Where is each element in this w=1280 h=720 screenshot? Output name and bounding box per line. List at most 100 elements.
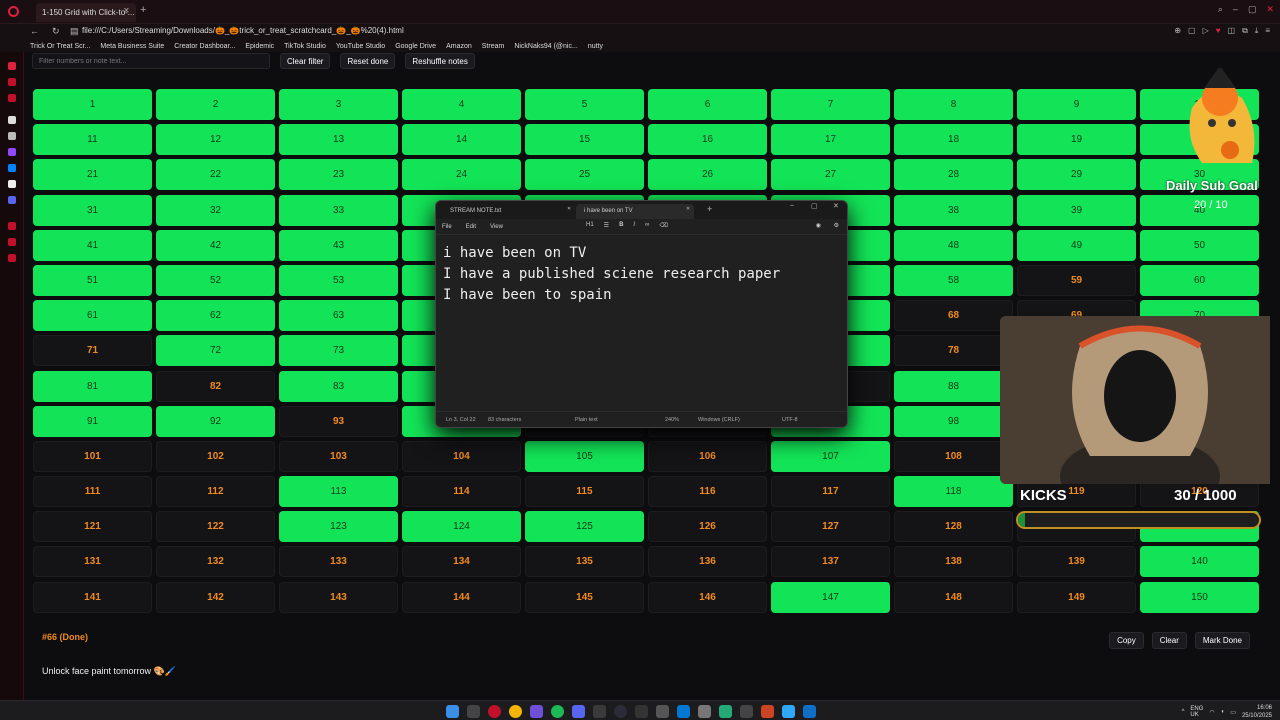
grid-cell-146[interactable]: 146 (648, 581, 767, 613)
close-window-icon[interactable]: ✕ (833, 202, 839, 210)
grid-cell-103[interactable]: 103 (279, 440, 398, 472)
copy-button[interactable]: Copy (1109, 632, 1144, 649)
wallet-icon[interactable]: ◫ (1228, 26, 1236, 36)
grid-cell-132[interactable]: 132 (156, 546, 275, 578)
app-icon[interactable] (635, 705, 648, 718)
grid-cell-61[interactable]: 61 (33, 300, 152, 332)
grid-cell-133[interactable]: 133 (279, 546, 398, 578)
grid-cell-125[interactable]: 125 (525, 511, 644, 543)
app-icon[interactable] (719, 705, 732, 718)
maximize-icon[interactable]: ▢ (811, 202, 818, 210)
line-ending[interactable]: Windows (CRLF) (698, 417, 740, 423)
grid-cell-18[interactable]: 18 (894, 124, 1013, 156)
sidebar-app-icon[interactable] (8, 254, 16, 262)
grid-cell-113[interactable]: 113 (279, 476, 398, 508)
notepad-icon[interactable] (803, 705, 816, 718)
app-icon[interactable] (656, 705, 669, 718)
grid-cell-118[interactable]: 118 (894, 476, 1013, 508)
messenger-icon[interactable] (8, 164, 16, 172)
grid-cell-38[interactable]: 38 (894, 194, 1013, 226)
grid-cell-29[interactable]: 29 (1017, 159, 1136, 191)
grid-cell-4[interactable]: 4 (402, 89, 521, 120)
bookmark-item[interactable]: Google Drive (395, 43, 436, 50)
grid-cell-58[interactable]: 58 (894, 264, 1013, 296)
zoom-icon[interactable]: ⊕ (1174, 26, 1181, 36)
grid-cell-127[interactable]: 127 (771, 511, 890, 543)
bookmark-item[interactable]: Stream (482, 43, 505, 50)
url-field[interactable]: file:///C:/Users/Streaming/Downloads/🎃_🎃… (82, 26, 404, 35)
grid-cell-63[interactable]: 63 (279, 300, 398, 332)
grid-cell-123[interactable]: 123 (279, 511, 398, 543)
app-icon[interactable] (530, 705, 543, 718)
bookmark-item[interactable]: Trick Or Treat Scr... (30, 43, 90, 50)
grid-cell-111[interactable]: 111 (33, 476, 152, 508)
new-tab-icon[interactable]: + (707, 204, 712, 214)
close-tab-icon[interactable]: ✕ (567, 206, 571, 212)
snapshot-icon[interactable]: ▢ (1188, 26, 1196, 36)
grid-cell-9[interactable]: 9 (1017, 89, 1136, 120)
grid-cell-31[interactable]: 31 (33, 194, 152, 226)
grid-cell-21[interactable]: 21 (33, 159, 152, 191)
grid-cell-3[interactable]: 3 (279, 89, 398, 120)
grid-cell-22[interactable]: 22 (156, 159, 275, 191)
discord-icon[interactable] (572, 705, 585, 718)
bookmark-item[interactable]: Amazon (446, 43, 472, 50)
grid-cell-104[interactable]: 104 (402, 440, 521, 472)
grid-cell-2[interactable]: 2 (156, 89, 275, 120)
grid-cell-143[interactable]: 143 (279, 581, 398, 613)
bookmark-item[interactable]: Meta Business Suite (100, 43, 164, 50)
menu-edit[interactable]: Edit (466, 224, 476, 230)
wifi-icon[interactable]: ◠ (1209, 709, 1214, 716)
twitch-icon[interactable] (8, 148, 16, 156)
grid-cell-71[interactable]: 71 (33, 335, 152, 367)
grid-cell-102[interactable]: 102 (156, 440, 275, 472)
grid-cell-7[interactable]: 7 (771, 89, 890, 120)
grid-cell-147[interactable]: 147 (771, 581, 890, 613)
back-icon[interactable]: ← (30, 26, 39, 36)
grid-cell-116[interactable]: 116 (648, 476, 767, 508)
grid-cell-98[interactable]: 98 (894, 405, 1013, 437)
photoshop-icon[interactable] (782, 705, 795, 718)
close-window-icon[interactable]: ✕ (1266, 4, 1274, 15)
grid-cell-124[interactable]: 124 (402, 511, 521, 543)
bookmark-item[interactable]: nutty (588, 43, 603, 50)
grid-cell-138[interactable]: 138 (894, 546, 1013, 578)
grid-cell-16[interactable]: 16 (648, 124, 767, 156)
opera-logo-icon[interactable] (8, 6, 19, 17)
sidebar-app-icon[interactable] (8, 78, 16, 86)
grid-cell-43[interactable]: 43 (279, 229, 398, 261)
grid-cell-53[interactable]: 53 (279, 264, 398, 296)
grid-cell-5[interactable]: 5 (525, 89, 644, 120)
grid-cell-101[interactable]: 101 (33, 440, 152, 472)
tray-chevron-icon[interactable]: ^ (1182, 709, 1185, 715)
grid-cell-135[interactable]: 135 (525, 546, 644, 578)
app-icon[interactable] (698, 705, 711, 718)
sidebar-app-icon[interactable] (8, 94, 16, 102)
sidebar-app-icon[interactable] (8, 116, 16, 124)
list-icon[interactable]: ☰ (604, 222, 609, 229)
search-icon[interactable] (467, 705, 480, 718)
italic-icon[interactable]: I (633, 222, 635, 229)
grid-cell-26[interactable]: 26 (648, 159, 767, 191)
grid-cell-137[interactable]: 137 (771, 546, 890, 578)
grid-cell-32[interactable]: 32 (156, 194, 275, 226)
grid-cell-62[interactable]: 62 (156, 300, 275, 332)
clear-filter-button[interactable]: Clear filter (280, 53, 331, 69)
grid-cell-78[interactable]: 78 (894, 335, 1013, 367)
new-tab-icon[interactable]: + (140, 4, 146, 16)
grid-cell-107[interactable]: 107 (771, 440, 890, 472)
heart-icon[interactable]: ♥ (1216, 26, 1221, 36)
clear-format-icon[interactable]: ⌫ (659, 222, 667, 229)
download-icon[interactable]: ⤓ (1255, 26, 1259, 36)
filter-input[interactable] (32, 53, 270, 69)
grid-cell-140[interactable]: 140 (1140, 546, 1259, 578)
grid-cell-68[interactable]: 68 (894, 300, 1013, 332)
grid-cell-27[interactable]: 27 (771, 159, 890, 191)
grid-cell-60[interactable]: 60 (1140, 264, 1259, 296)
grid-cell-117[interactable]: 117 (771, 476, 890, 508)
chrome-icon[interactable] (509, 705, 522, 718)
grid-cell-72[interactable]: 72 (156, 335, 275, 367)
grid-cell-148[interactable]: 148 (894, 581, 1013, 613)
link-icon[interactable]: ∞ (645, 222, 649, 229)
grid-cell-51[interactable]: 51 (33, 264, 152, 296)
